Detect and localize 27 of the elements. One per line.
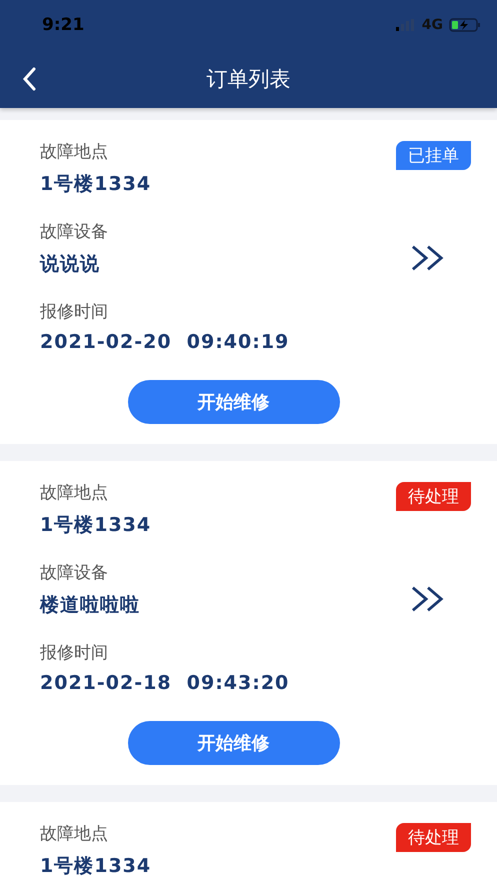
field-label: 故障设备 xyxy=(40,221,108,243)
field-label: 故障地点 xyxy=(40,141,108,163)
status-time: 9:21 xyxy=(42,15,84,35)
field-value: 1号楼1334 xyxy=(40,854,152,879)
status-badge: 待处理 xyxy=(396,823,471,852)
field-label: 报修时间 xyxy=(40,301,108,323)
field-value: 楼道啦啦啦 xyxy=(40,593,140,618)
field-value: 1号楼1334 xyxy=(40,172,152,197)
field-label: 故障设备 xyxy=(40,562,108,584)
field-value: 2021-02-18 09:43:20 xyxy=(40,672,290,694)
back-icon[interactable] xyxy=(22,67,36,91)
status-badge: 待处理 xyxy=(396,482,471,511)
field-label: 报修时间 xyxy=(40,642,108,664)
field-value: 1号楼1334 xyxy=(40,513,152,538)
double-chevron-icon[interactable] xyxy=(411,244,445,272)
double-chevron-icon[interactable] xyxy=(411,585,445,613)
field-value: 说说说 xyxy=(40,252,100,277)
network-label: 4G xyxy=(422,17,443,33)
field-value: 2021-02-20 09:40:19 xyxy=(40,331,290,353)
start-repair-button[interactable]: 开始维修 xyxy=(128,380,340,424)
battery-icon xyxy=(449,18,481,32)
start-repair-button[interactable]: 开始维修 xyxy=(128,721,340,765)
status-badge: 已挂单 xyxy=(396,141,471,170)
signal-icon xyxy=(396,19,416,31)
field-label: 故障地点 xyxy=(40,482,108,504)
field-label: 故障地点 xyxy=(40,823,108,845)
page-title: 订单列表 xyxy=(206,66,290,93)
